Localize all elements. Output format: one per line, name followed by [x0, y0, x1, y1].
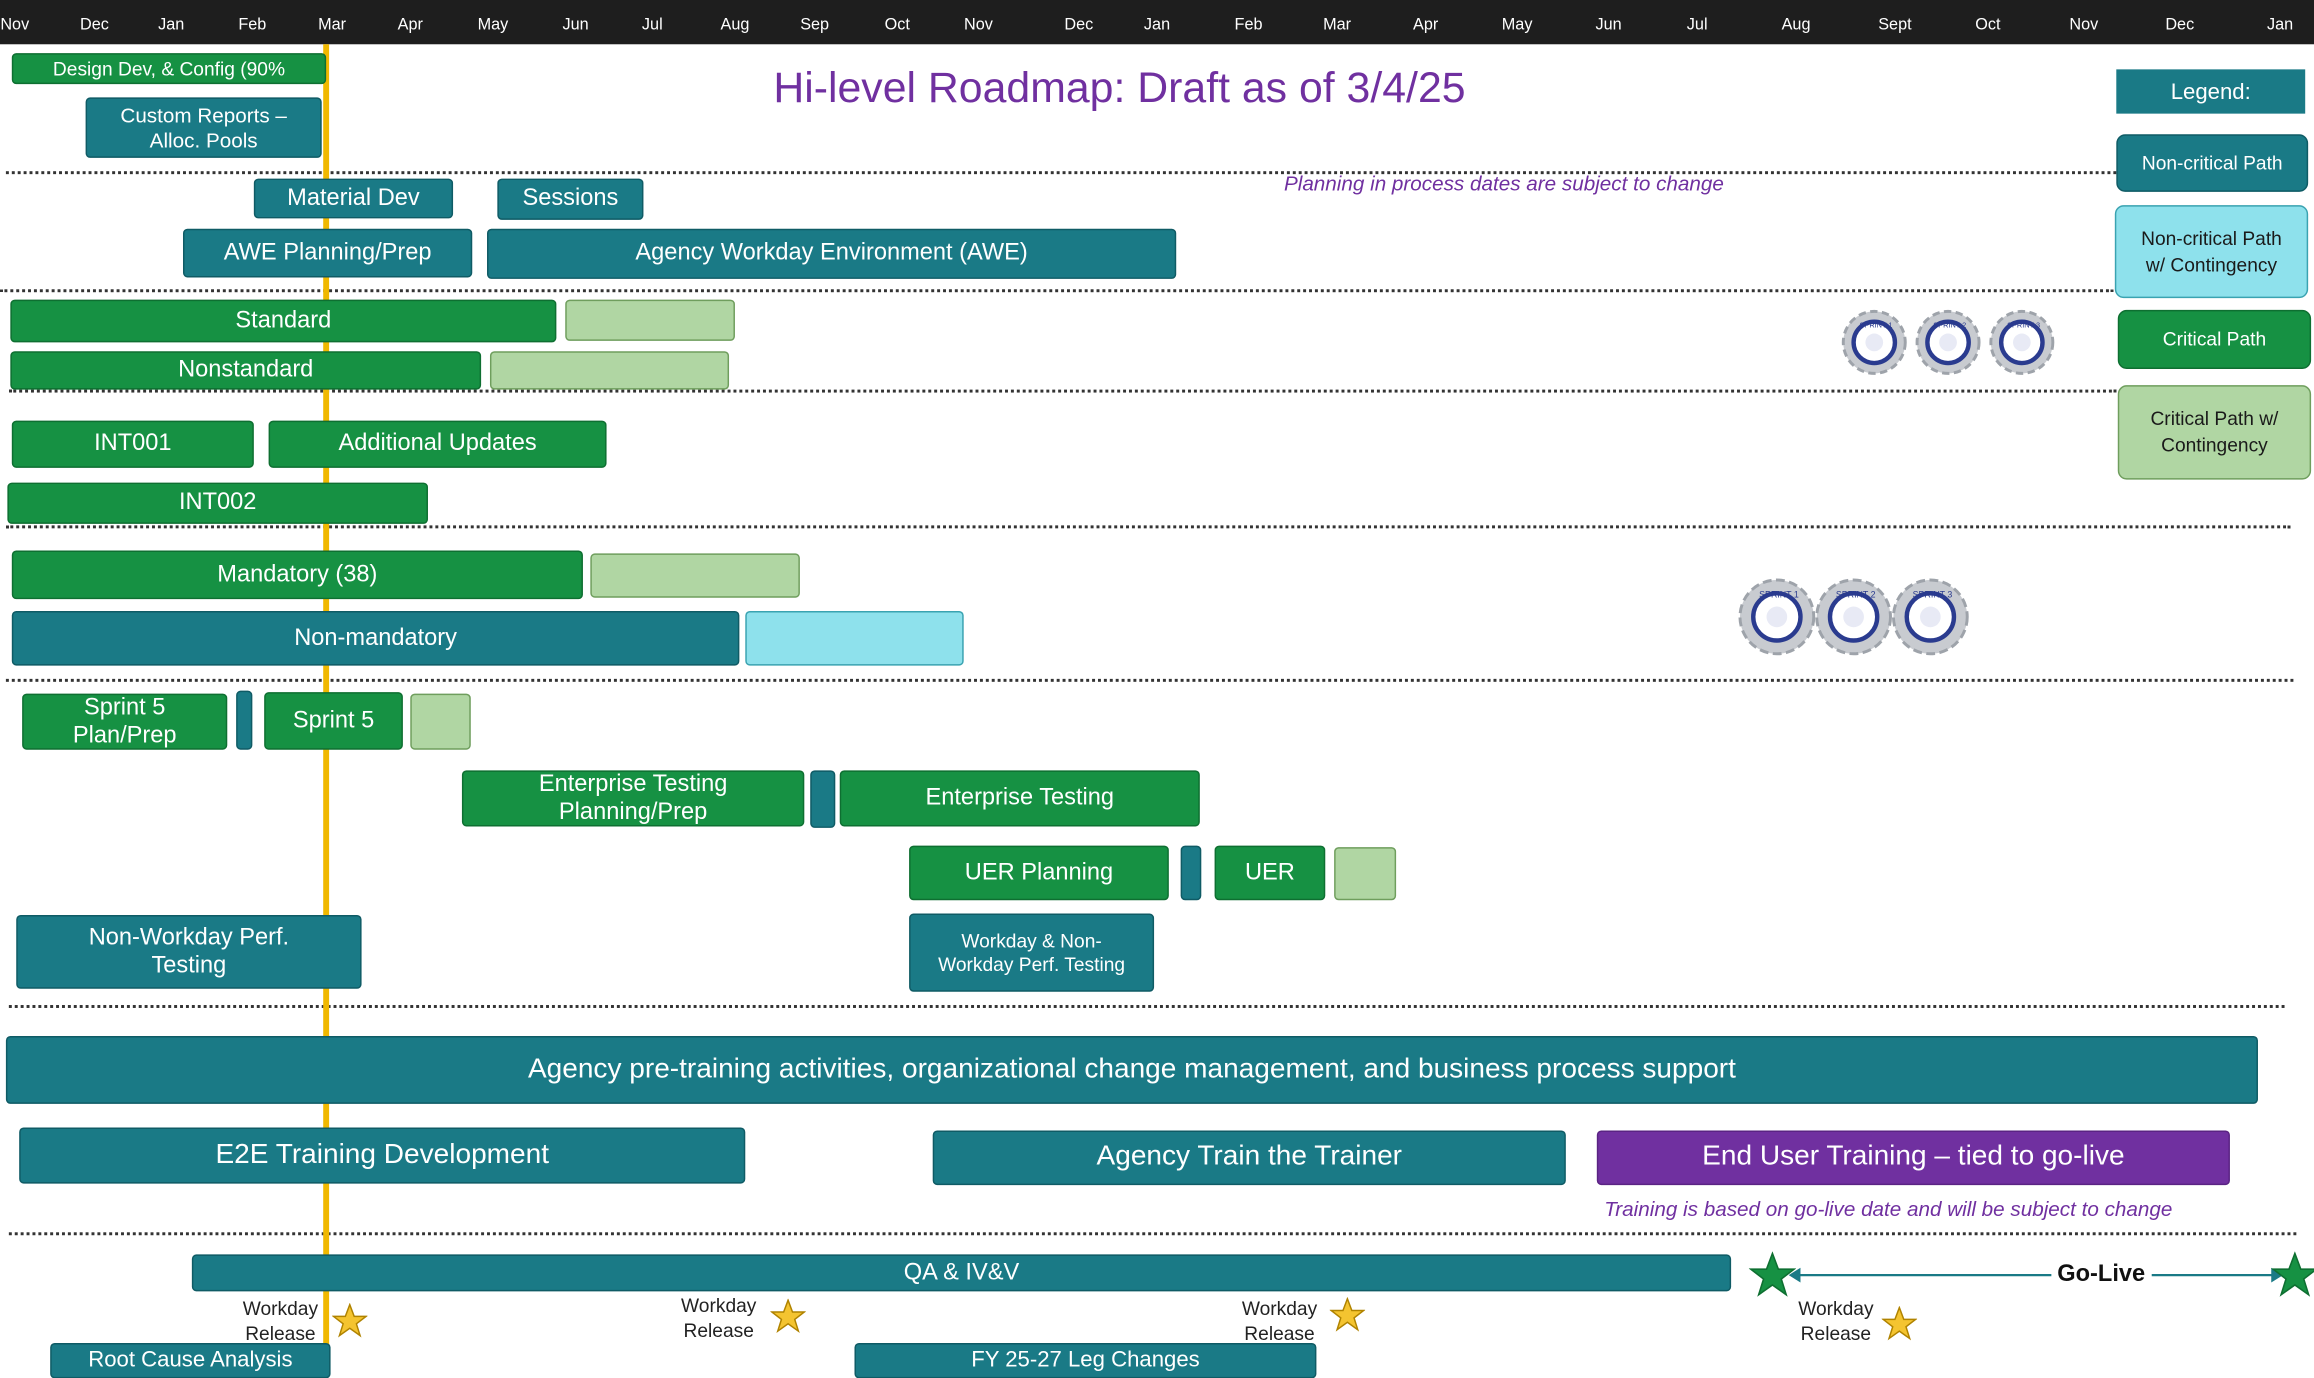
- month-label: Dec: [80, 16, 109, 34]
- legend-non-critical: Non-critical Path: [2116, 134, 2309, 192]
- sprint5-gap-bar[interactable]: [236, 690, 253, 750]
- section-divider: [0, 289, 2114, 293]
- nonworkday-perf-bar[interactable]: Non-Workday Perf. Testing: [16, 914, 362, 989]
- release-label: Workday Release: [1241, 1297, 1318, 1345]
- additional-updates-bar[interactable]: Additional Updates: [268, 420, 607, 468]
- month-label: Sep: [800, 16, 830, 34]
- uer-gap-bar[interactable]: [1180, 845, 1202, 901]
- page-title: Hi-level Roadmap: Draft as of 3/4/25: [773, 64, 1466, 113]
- train-trainer-bar[interactable]: Agency Train the Trainer: [932, 1130, 1566, 1186]
- uer-contingency-bar[interactable]: [1334, 847, 1397, 901]
- nonstandard-bar[interactable]: Nonstandard: [10, 351, 482, 390]
- month-label: Feb: [238, 16, 267, 34]
- legend-critical-contingency: Critical Path w/ Contingency: [2117, 385, 2312, 480]
- awe-bar[interactable]: Agency Workday Environment (AWE): [487, 228, 1177, 279]
- month-label: Feb: [1234, 16, 1263, 34]
- month-label: Aug: [1781, 16, 1811, 34]
- month-label: Jan: [2267, 16, 2294, 34]
- release-star-icon: [770, 1298, 806, 1334]
- month-label: Apr: [1412, 16, 1439, 34]
- month-label: Jul: [641, 16, 663, 34]
- legend-critical: Critical Path: [2117, 309, 2312, 369]
- root-cause-bar[interactable]: Root Cause Analysis: [50, 1342, 331, 1378]
- release-label: Workday Release: [1798, 1297, 1874, 1345]
- gear-label: SPRINT 1: [1860, 321, 1893, 330]
- month-label: Mar: [1323, 16, 1352, 34]
- section-divider: [5, 525, 2291, 529]
- release-label: Workday Release: [681, 1294, 757, 1342]
- month-label: Oct: [884, 16, 910, 34]
- gear-label: SPRINT 2: [1836, 590, 1876, 600]
- sprint5-contingency-bar[interactable]: [410, 693, 471, 750]
- timeline-header: Nov Dec Jan Feb Mar Apr May Jun Jul Aug …: [0, 0, 2314, 45]
- legend-non-critical-contingency: Non-critical Path w/ Contingency: [2114, 205, 2309, 299]
- training-note: Training is based on go-live date and wi…: [1604, 1196, 2173, 1221]
- month-label: Dec: [2165, 16, 2195, 34]
- month-label: Apr: [397, 16, 423, 34]
- golive-arrow-icon: [1788, 1267, 2284, 1283]
- enterprise-testing-bar[interactable]: Enterprise Testing: [839, 770, 1200, 827]
- material-dev-bar[interactable]: Material Dev: [253, 178, 454, 219]
- qa-bar[interactable]: QA & IV&V: [191, 1254, 1732, 1292]
- month-label: Sept: [1878, 16, 1912, 34]
- golive-end-star-icon: [2271, 1251, 2314, 1297]
- gear-label: SPRINT 1: [1759, 590, 1799, 600]
- month-label: Jan: [1143, 16, 1171, 34]
- month-label: Jun: [1595, 16, 1622, 34]
- legend-header: Legend:: [2116, 69, 2306, 114]
- roadmap-canvas: Nov Dec Jan Feb Mar Apr May Jun Jul Aug …: [0, 0, 2314, 1378]
- fy-leg-changes-bar[interactable]: FY 25-27 Leg Changes: [854, 1342, 1317, 1378]
- release-star-icon: [332, 1303, 368, 1338]
- design-dev-bar[interactable]: Design Dev, & Config (90%: [11, 53, 327, 85]
- golive-label: Go-Live: [2051, 1261, 2152, 1289]
- month-label: Nov: [0, 16, 30, 34]
- release-star-icon: [1329, 1297, 1366, 1332]
- month-label: May: [1501, 16, 1533, 34]
- end-user-training-bar[interactable]: End User Training – tied to go-live: [1596, 1130, 2230, 1186]
- month-label: Oct: [1975, 16, 2001, 34]
- month-label: Nov: [2069, 16, 2099, 34]
- custom-reports-bar[interactable]: Custom Reports – Alloc. Pools: [85, 97, 322, 158]
- mandatory-contingency-bar[interactable]: [590, 553, 800, 598]
- sprint-gears-icon: SPRINT 1 SPRINT 2 SPRINT 3: [1841, 309, 2055, 375]
- workday-perf-bar[interactable]: Workday & Non-Workday Perf. Testing: [909, 913, 1155, 992]
- uer-bar[interactable]: UER: [1214, 845, 1326, 901]
- month-label: Aug: [720, 16, 750, 34]
- gear-label: SPRINT 2: [1933, 321, 1966, 330]
- month-label: Jul: [1686, 16, 1708, 34]
- non-mandatory-contingency-bar[interactable]: [745, 610, 964, 666]
- section-divider: [5, 678, 2294, 682]
- month-label: Jan: [158, 16, 185, 34]
- nonstandard-contingency-bar[interactable]: [489, 351, 730, 390]
- int002-bar[interactable]: INT002: [7, 482, 428, 524]
- release-label: Workday Release: [242, 1297, 319, 1345]
- gear-label: SPRINT 3: [2007, 321, 2040, 330]
- month-label: Nov: [964, 16, 993, 34]
- e2e-training-bar[interactable]: E2E Training Development: [19, 1127, 746, 1184]
- planning-note: Planning in process dates are subject to…: [1283, 171, 1724, 195]
- uer-planning-bar[interactable]: UER Planning: [909, 845, 1169, 901]
- month-label: Dec: [1064, 16, 1094, 34]
- standard-contingency-bar[interactable]: [565, 299, 735, 341]
- month-label: Mar: [318, 16, 347, 34]
- sessions-bar[interactable]: Sessions: [497, 178, 644, 220]
- agency-pretraining-bar[interactable]: Agency pre-training activities, organiza…: [5, 1036, 2258, 1104]
- section-divider: [8, 1005, 2285, 1008]
- release-star-icon: [1881, 1306, 1918, 1341]
- non-mandatory-bar[interactable]: Non-mandatory: [11, 610, 740, 666]
- sprint5-bar[interactable]: Sprint 5: [264, 692, 403, 750]
- mandatory-bar[interactable]: Mandatory (38): [11, 550, 583, 600]
- enterprise-testing-plan-bar[interactable]: Enterprise Testing Planning/Prep: [461, 770, 805, 827]
- sprint-gears-icon: SPRINT 1 SPRINT 2 SPRINT 3: [1738, 578, 1969, 656]
- enterprise-testing-gap-bar[interactable]: [810, 770, 836, 828]
- month-label: Jun: [562, 16, 589, 34]
- standard-bar[interactable]: Standard: [10, 299, 557, 343]
- month-label: May: [477, 16, 509, 34]
- section-divider: [8, 1232, 2297, 1236]
- awe-planning-bar[interactable]: AWE Planning/Prep: [182, 228, 473, 278]
- int001-bar[interactable]: INT001: [11, 420, 254, 468]
- gear-label: SPRINT 3: [1913, 590, 1953, 600]
- sprint5-plan-bar[interactable]: Sprint 5 Plan/Prep: [22, 693, 228, 750]
